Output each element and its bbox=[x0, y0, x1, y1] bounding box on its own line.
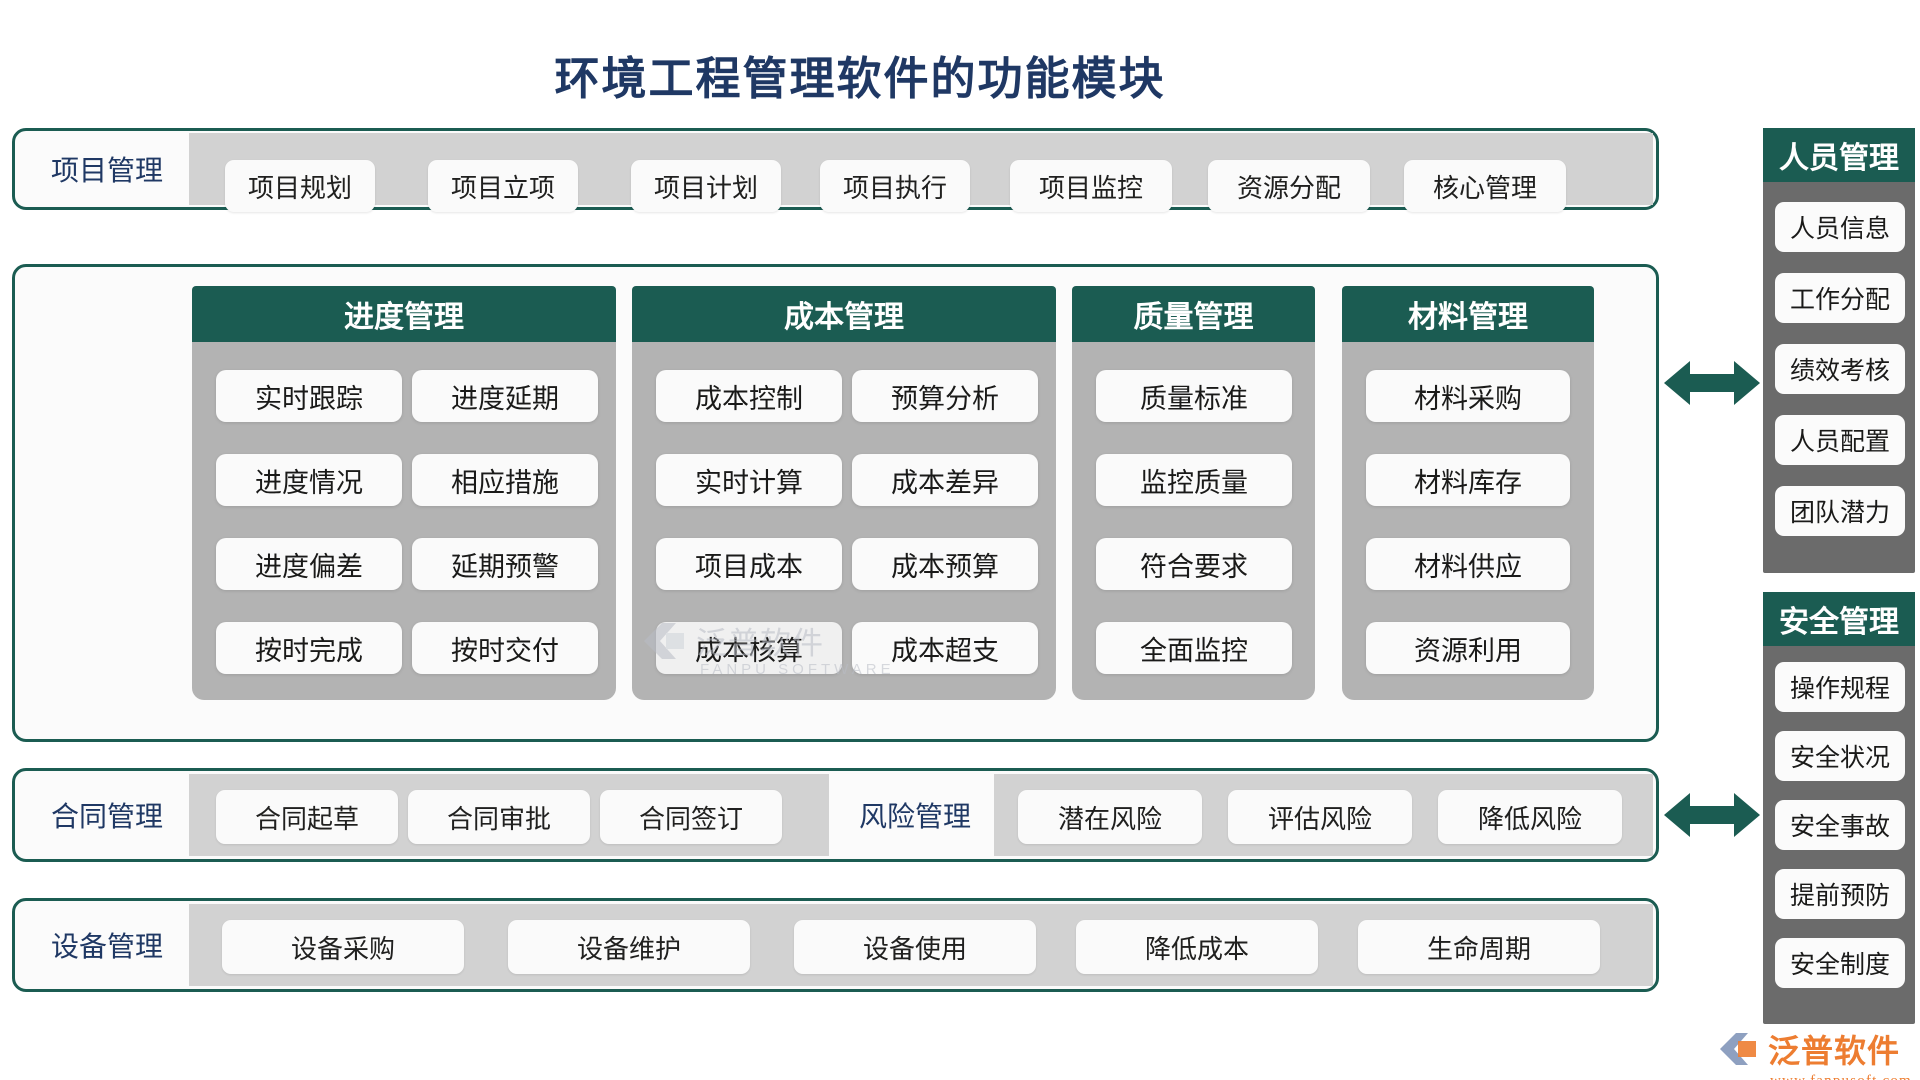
sidebar-personnel-chip-2[interactable]: 绩效考核 bbox=[1775, 344, 1905, 394]
progress-chip-4[interactable]: 进度偏差 bbox=[216, 538, 402, 590]
project-chip-5[interactable]: 资源分配 bbox=[1208, 160, 1370, 212]
logo-text: 泛普软件 bbox=[1768, 1033, 1901, 1069]
sidebar-personnel-chip-1[interactable]: 工作分配 bbox=[1775, 273, 1905, 323]
project-management-label: 项目管理 bbox=[50, 156, 163, 187]
logo-url: www.fanpusoft.com bbox=[1770, 1073, 1912, 1080]
project-chip-6[interactable]: 核心管理 bbox=[1404, 160, 1566, 212]
diagram-canvas: 环境工程管理软件的功能模块 项目管理 项目规划 项目立项 项目计划 项目执行 项… bbox=[0, 0, 1920, 1080]
equipment-chip-0[interactable]: 设备采购 bbox=[222, 920, 464, 974]
cost-chip-0[interactable]: 成本控制 bbox=[656, 370, 842, 422]
cost-chip-5[interactable]: 成本预算 bbox=[852, 538, 1038, 590]
progress-chip-1[interactable]: 进度延期 bbox=[412, 370, 598, 422]
risk-chip-2[interactable]: 降低风险 bbox=[1438, 790, 1622, 844]
quality-chip-3[interactable]: 全面监控 bbox=[1096, 622, 1292, 674]
sidebar-safety-chip-1[interactable]: 安全状况 bbox=[1775, 731, 1905, 781]
fanpu-logo: 泛普软件 www.fanpusoft.com bbox=[1718, 1026, 1912, 1080]
fanpu-logo-icon bbox=[1720, 1033, 1756, 1065]
column-head-cost: 成本管理 bbox=[632, 286, 1056, 342]
material-chip-3[interactable]: 资源利用 bbox=[1366, 622, 1570, 674]
risk-chip-1[interactable]: 评估风险 bbox=[1228, 790, 1412, 844]
quality-chip-1[interactable]: 监控质量 bbox=[1096, 454, 1292, 506]
project-chip-3[interactable]: 项目执行 bbox=[820, 160, 970, 212]
equipment-management-label: 设备管理 bbox=[50, 932, 163, 963]
page-title: 环境工程管理软件的功能模块 bbox=[554, 54, 1166, 104]
cost-chip-4[interactable]: 项目成本 bbox=[656, 538, 842, 590]
cost-chip-6[interactable]: 成本核算 bbox=[656, 622, 842, 674]
cost-chip-7[interactable]: 成本超支 bbox=[852, 622, 1038, 674]
project-chip-4[interactable]: 项目监控 bbox=[1010, 160, 1172, 212]
progress-chip-0[interactable]: 实时跟踪 bbox=[216, 370, 402, 422]
risk-management-label: 风险管理 bbox=[858, 802, 971, 833]
progress-chip-3[interactable]: 相应措施 bbox=[412, 454, 598, 506]
double-arrow-icon-contract bbox=[1664, 787, 1760, 843]
risk-chip-0[interactable]: 潜在风险 bbox=[1018, 790, 1202, 844]
cost-chip-1[interactable]: 预算分析 bbox=[852, 370, 1038, 422]
cost-chip-2[interactable]: 实时计算 bbox=[656, 454, 842, 506]
progress-chip-6[interactable]: 按时完成 bbox=[216, 622, 402, 674]
contract-management-label: 合同管理 bbox=[50, 802, 163, 833]
sidebar-safety-chip-4[interactable]: 安全制度 bbox=[1775, 938, 1905, 988]
progress-chip-5[interactable]: 延期预警 bbox=[412, 538, 598, 590]
quality-chip-0[interactable]: 质量标准 bbox=[1096, 370, 1292, 422]
sidebar-safety-chip-0[interactable]: 操作规程 bbox=[1775, 662, 1905, 712]
project-chip-1[interactable]: 项目立项 bbox=[428, 160, 578, 212]
contract-chip-2[interactable]: 合同签订 bbox=[600, 790, 782, 844]
sidebar-personnel-chip-0[interactable]: 人员信息 bbox=[1775, 202, 1905, 252]
quality-chip-2[interactable]: 符合要求 bbox=[1096, 538, 1292, 590]
progress-chip-2[interactable]: 进度情况 bbox=[216, 454, 402, 506]
equipment-chip-1[interactable]: 设备维护 bbox=[508, 920, 750, 974]
column-head-material: 材料管理 bbox=[1342, 286, 1594, 342]
project-chip-2[interactable]: 项目计划 bbox=[631, 160, 781, 212]
cost-chip-3[interactable]: 成本差异 bbox=[852, 454, 1038, 506]
material-chip-2[interactable]: 材料供应 bbox=[1366, 538, 1570, 590]
sidebar-personnel-chip-4[interactable]: 团队潜力 bbox=[1775, 486, 1905, 536]
sidebar-safety-chip-2[interactable]: 安全事故 bbox=[1775, 800, 1905, 850]
contract-chip-0[interactable]: 合同起草 bbox=[216, 790, 398, 844]
progress-chip-7[interactable]: 按时交付 bbox=[412, 622, 598, 674]
material-chip-0[interactable]: 材料采购 bbox=[1366, 370, 1570, 422]
equipment-chip-3[interactable]: 降低成本 bbox=[1076, 920, 1318, 974]
project-chip-0[interactable]: 项目规划 bbox=[225, 160, 375, 212]
material-chip-1[interactable]: 材料库存 bbox=[1366, 454, 1570, 506]
contract-chip-1[interactable]: 合同审批 bbox=[408, 790, 590, 844]
sidebar-head-personnel: 人员管理 bbox=[1763, 128, 1915, 182]
equipment-chip-4[interactable]: 生命周期 bbox=[1358, 920, 1600, 974]
equipment-chip-2[interactable]: 设备使用 bbox=[794, 920, 1036, 974]
sidebar-safety-chip-3[interactable]: 提前预防 bbox=[1775, 869, 1905, 919]
sidebar-head-safety: 安全管理 bbox=[1763, 592, 1915, 646]
double-arrow-icon-core bbox=[1664, 355, 1760, 411]
sidebar-personnel-chip-3[interactable]: 人员配置 bbox=[1775, 415, 1905, 465]
column-head-quality: 质量管理 bbox=[1072, 286, 1315, 342]
column-head-progress: 进度管理 bbox=[192, 286, 616, 342]
